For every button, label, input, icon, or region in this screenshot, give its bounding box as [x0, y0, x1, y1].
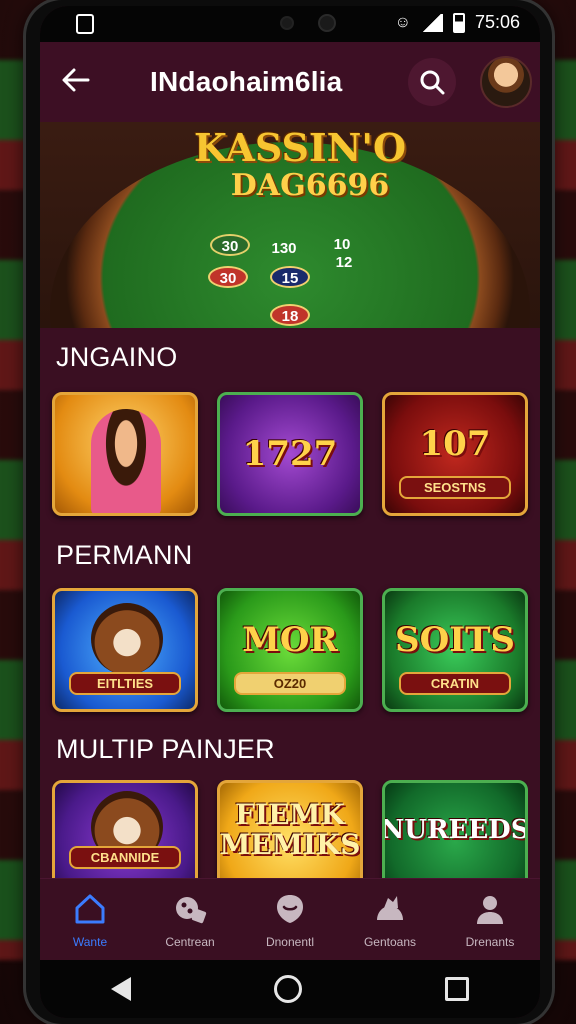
tile-label: SOITS [395, 620, 515, 660]
system-navigation [40, 960, 540, 1018]
home-icon [72, 891, 108, 927]
screen: ☺ 75:06 INdaohaim6lia 30 130 10 12 30 15… [40, 6, 540, 1018]
app-title: INdaohaim6lia [150, 66, 343, 97]
tile-label: NUREEDS [382, 815, 528, 845]
nav-label: Centrean [165, 935, 215, 949]
tile-label: 107 [419, 424, 491, 464]
nav-item-cards[interactable]: Gentoans [342, 891, 438, 949]
section-title: PERMANN [56, 540, 193, 570]
tile-sublabel: OZ20 [234, 672, 346, 695]
tile-label: FIEMK MEMIKS [219, 798, 361, 861]
tile-sublabel: CBANNIDE [69, 846, 181, 869]
battery-icon [452, 12, 465, 33]
status-time: 75:06 [474, 12, 520, 32]
character-figure [91, 409, 161, 513]
nav-label: Wante [72, 935, 108, 949]
bottom-navigation: Wante Centrean Dnonentl Gentoans Drenant… [40, 878, 540, 960]
nav-label: Gentoans [363, 935, 417, 949]
hero-chip: 30 [210, 234, 250, 256]
game-tile[interactable] [52, 392, 198, 516]
search-icon [420, 70, 445, 95]
hero-banner[interactable]: 30 130 10 12 30 15 18 KASSIN'O DAG6696 [40, 122, 540, 328]
profile-icon [472, 891, 508, 927]
avatar[interactable] [480, 56, 532, 108]
hero-chip: 12 [335, 254, 353, 271]
hero-chip: 18 [270, 304, 310, 326]
search-button[interactable] [408, 58, 456, 106]
tile-label: 1727 [242, 434, 338, 474]
nav-label: Dnonentl [265, 935, 315, 949]
cards-icon [372, 891, 408, 927]
rewards-icon [272, 891, 308, 927]
hero-subtitle: DAG6696 [230, 168, 390, 203]
games-icon [172, 891, 208, 927]
game-tile[interactable]: MOR OZ20 [217, 588, 363, 712]
dog-figure [91, 603, 163, 675]
app-bar: INdaohaim6lia [40, 42, 540, 122]
hero-title: KASSIN'O [193, 125, 407, 170]
signal-icon [420, 13, 443, 32]
system-recents-icon[interactable] [444, 977, 469, 1001]
game-grid: CBANNIDE FIEMK MEMIKS NUREEDS [52, 780, 528, 878]
status-bar: ☺ 75:06 [40, 6, 540, 42]
game-tile[interactable]: NUREEDS [382, 780, 528, 878]
hero-chip: 130 [271, 240, 297, 257]
system-back-icon[interactable] [111, 977, 132, 1001]
tile-sublabel: CRATIN [399, 672, 511, 695]
camera-icon [280, 16, 294, 30]
tile-sublabel: SEOSTNS [399, 476, 511, 499]
tile-sublabel: EITLTIES [69, 672, 181, 695]
game-tile[interactable]: 107 SEOSTNS [382, 392, 528, 516]
game-tile[interactable]: 1727 [217, 392, 363, 516]
game-grid: 1727 107 SEOSTNS [52, 392, 528, 516]
back-arrow-icon[interactable] [58, 64, 94, 100]
nav-item-home[interactable]: Wante [42, 891, 138, 949]
nav-item-rewards[interactable]: Dnonentl [242, 891, 338, 949]
section-title: JNGAINO [56, 342, 178, 372]
game-grid: EITLTIES MOR OZ20 SOITS CRATIN [52, 588, 528, 712]
sensor-icon [318, 14, 336, 32]
hero-chip: 30 [208, 266, 248, 288]
game-tile[interactable]: FIEMK MEMIKS [217, 780, 363, 878]
nav-item-games[interactable]: Centrean [142, 891, 238, 949]
section-title: MULTIP PAINJER [56, 734, 275, 764]
nav-item-profile[interactable]: Drenants [442, 891, 538, 949]
game-tile[interactable]: CBANNIDE [52, 780, 198, 878]
sim-icon [76, 14, 94, 34]
hero-chip: 15 [270, 266, 310, 288]
notification-icon: ☺ [394, 13, 411, 31]
game-tile[interactable]: EITLTIES [52, 588, 198, 712]
game-tile[interactable]: SOITS CRATIN [382, 588, 528, 712]
tile-label: MOR [242, 620, 338, 660]
system-home-icon[interactable] [273, 975, 302, 1003]
nav-label: Drenants [465, 935, 515, 949]
